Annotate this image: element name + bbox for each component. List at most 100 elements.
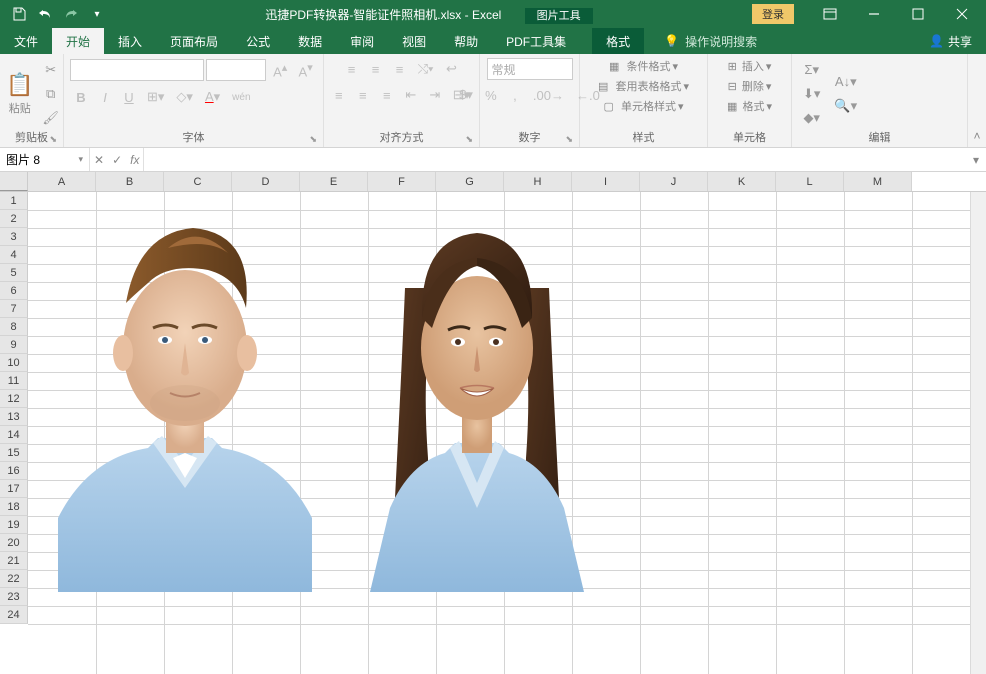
- row-header[interactable]: 24: [0, 606, 28, 624]
- fill-icon[interactable]: ⬇▾: [798, 83, 825, 105]
- row-header[interactable]: 20: [0, 534, 28, 552]
- cell-styles-button[interactable]: ▢ 单元格样式▾: [604, 98, 684, 114]
- row-header[interactable]: 23: [0, 588, 28, 606]
- row-header[interactable]: 13: [0, 408, 28, 426]
- maximize-icon[interactable]: [898, 0, 938, 28]
- qat-customize-icon[interactable]: ▾: [88, 5, 106, 23]
- paste-button[interactable]: 粘贴: [9, 100, 31, 116]
- format-painter-icon[interactable]: 🖌: [37, 107, 64, 129]
- column-header[interactable]: G: [436, 172, 504, 191]
- percent-icon[interactable]: %: [480, 85, 502, 106]
- row-header[interactable]: 3: [0, 228, 28, 246]
- column-header[interactable]: K: [708, 172, 776, 191]
- column-header[interactable]: E: [300, 172, 368, 191]
- name-box[interactable]: 图片 8▾: [0, 148, 90, 171]
- align-middle-icon[interactable]: ≡: [365, 59, 387, 80]
- decrease-font-icon[interactable]: A▾: [294, 58, 317, 82]
- border-icon[interactable]: ⊞▾: [142, 86, 169, 108]
- tab-formulas[interactable]: 公式: [232, 28, 284, 54]
- row-header[interactable]: 12: [0, 390, 28, 408]
- column-header[interactable]: M: [844, 172, 912, 191]
- find-select-icon[interactable]: 🔍▾: [829, 95, 862, 117]
- autosum-icon[interactable]: Σ▾: [798, 59, 825, 81]
- column-header[interactable]: D: [232, 172, 300, 191]
- font-size-dropdown[interactable]: [206, 59, 266, 81]
- orientation-icon[interactable]: ⤭▾: [413, 58, 439, 80]
- align-bottom-icon[interactable]: ≡: [389, 59, 411, 80]
- row-header[interactable]: 11: [0, 372, 28, 390]
- vertical-scrollbar[interactable]: [970, 192, 986, 674]
- indent-decrease-icon[interactable]: ⇤: [400, 84, 422, 106]
- formula-input[interactable]: [144, 148, 966, 171]
- ribbon-options-icon[interactable]: [810, 0, 850, 28]
- tell-me[interactable]: 💡 操作说明搜索: [644, 28, 757, 54]
- number-launcher-icon[interactable]: ⬊: [565, 134, 573, 145]
- fx-icon[interactable]: fx: [130, 153, 139, 167]
- wrap-text-icon[interactable]: ↩: [440, 58, 462, 80]
- cancel-formula-icon[interactable]: ✕: [94, 153, 104, 167]
- row-header[interactable]: 7: [0, 300, 28, 318]
- tab-pdf-tools[interactable]: PDF工具集: [492, 28, 580, 54]
- tab-help[interactable]: 帮助: [440, 28, 492, 54]
- row-header[interactable]: 21: [0, 552, 28, 570]
- undo-icon[interactable]: [36, 5, 54, 23]
- tab-page-layout[interactable]: 页面布局: [156, 28, 232, 54]
- delete-cells-button[interactable]: ⊟ 删除▾: [728, 78, 772, 94]
- column-header[interactable]: A: [28, 172, 96, 191]
- increase-font-icon[interactable]: A▴: [268, 58, 291, 82]
- row-header[interactable]: 2: [0, 210, 28, 228]
- cut-icon[interactable]: ✂: [37, 59, 64, 81]
- row-header[interactable]: 22: [0, 570, 28, 588]
- row-header[interactable]: 4: [0, 246, 28, 264]
- row-header[interactable]: 17: [0, 480, 28, 498]
- conditional-format-button[interactable]: ▦ 条件格式▾: [609, 58, 678, 74]
- tab-file[interactable]: 文件: [0, 28, 52, 54]
- column-header[interactable]: H: [504, 172, 572, 191]
- align-right-icon[interactable]: ≡: [376, 85, 398, 106]
- clipboard-launcher-icon[interactable]: ⬊: [49, 134, 57, 145]
- insert-cells-button[interactable]: ⊞ 插入▾: [728, 58, 772, 74]
- font-launcher-icon[interactable]: ⬊: [309, 134, 317, 145]
- minimize-icon[interactable]: [854, 0, 894, 28]
- underline-button[interactable]: U: [118, 87, 140, 108]
- comma-icon[interactable]: ,: [504, 85, 526, 106]
- font-name-dropdown[interactable]: [70, 59, 204, 81]
- enter-formula-icon[interactable]: ✓: [112, 153, 122, 167]
- redo-icon[interactable]: [62, 5, 80, 23]
- column-header[interactable]: L: [776, 172, 844, 191]
- row-header[interactable]: 8: [0, 318, 28, 336]
- close-icon[interactable]: [942, 0, 982, 28]
- collapse-ribbon-icon[interactable]: ˄: [968, 54, 986, 147]
- login-button[interactable]: 登录: [752, 4, 794, 24]
- tab-review[interactable]: 审阅: [336, 28, 388, 54]
- align-left-icon[interactable]: ≡: [328, 85, 350, 106]
- row-header[interactable]: 18: [0, 498, 28, 516]
- row-header[interactable]: 1: [0, 192, 28, 210]
- clear-icon[interactable]: ◆▾: [798, 107, 825, 129]
- select-all-corner[interactable]: [0, 172, 28, 191]
- tab-view[interactable]: 视图: [388, 28, 440, 54]
- row-header[interactable]: 19: [0, 516, 28, 534]
- expand-formula-icon[interactable]: ▾: [966, 148, 986, 171]
- share-button[interactable]: 👤 共享: [915, 28, 986, 54]
- row-header[interactable]: 9: [0, 336, 28, 354]
- cells-area[interactable]: [28, 192, 986, 674]
- tab-insert[interactable]: 插入: [104, 28, 156, 54]
- row-header[interactable]: 14: [0, 426, 28, 444]
- sort-filter-icon[interactable]: A↓▾: [829, 71, 862, 93]
- column-header[interactable]: C: [164, 172, 232, 191]
- row-header[interactable]: 16: [0, 462, 28, 480]
- row-header[interactable]: 6: [0, 282, 28, 300]
- italic-button[interactable]: I: [94, 87, 116, 108]
- fill-color-icon[interactable]: ◇▾: [171, 86, 198, 108]
- accounting-icon[interactable]: $▾: [454, 84, 478, 106]
- copy-icon[interactable]: ⧉: [37, 83, 64, 105]
- row-header[interactable]: 10: [0, 354, 28, 372]
- align-center-icon[interactable]: ≡: [352, 85, 374, 106]
- column-header[interactable]: J: [640, 172, 708, 191]
- row-header[interactable]: 5: [0, 264, 28, 282]
- save-icon[interactable]: [10, 5, 28, 23]
- column-header[interactable]: B: [96, 172, 164, 191]
- format-as-table-button[interactable]: ▤ 套用表格格式▾: [598, 78, 689, 94]
- font-color-icon[interactable]: A▾: [200, 86, 225, 108]
